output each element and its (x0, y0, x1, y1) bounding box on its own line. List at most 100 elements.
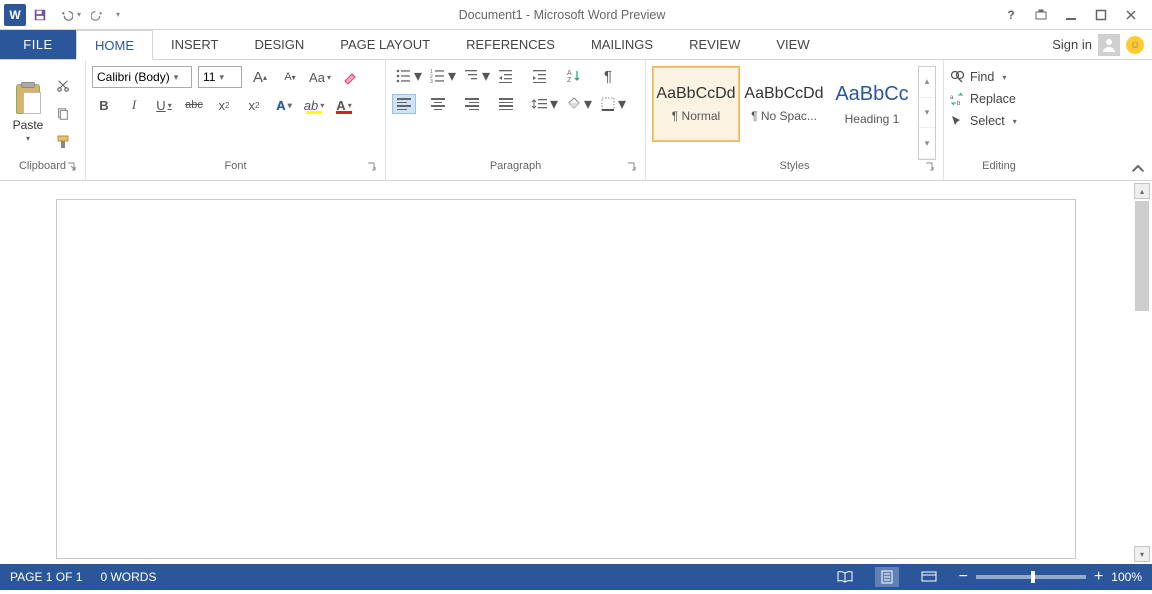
group-editing: Find▾ ab Replace Select▾ Editing (944, 60, 1054, 180)
tab-home[interactable]: HOME (76, 30, 153, 60)
document-area: ▴ ▾ (0, 181, 1152, 564)
select-button[interactable]: Select▾ (950, 114, 1017, 128)
qat-customize-dropdown[interactable]: ▾ (112, 3, 124, 27)
ribbon-display-options[interactable] (1030, 4, 1052, 26)
web-layout-button[interactable] (917, 567, 941, 587)
text-effects-button[interactable]: A▾ (272, 94, 296, 116)
subscript-button[interactable]: x2 (212, 94, 236, 116)
grow-font-button[interactable]: A▴ (248, 66, 272, 88)
help-button[interactable]: ? (1000, 4, 1022, 26)
status-words[interactable]: 0 WORDS (100, 570, 156, 584)
styles-expand[interactable]: ▾ (919, 128, 935, 159)
sign-in[interactable]: Sign in ☺ (1052, 30, 1152, 59)
font-launcher[interactable] (367, 162, 379, 174)
group-label-styles: Styles (780, 160, 810, 172)
styles-scroll-up[interactable]: ▴ (919, 67, 935, 98)
shading-button[interactable]: ▾ (562, 94, 586, 114)
sort-button[interactable]: AZ (562, 66, 586, 86)
superscript-button[interactable]: x2 (242, 94, 266, 116)
align-left-button[interactable] (392, 94, 416, 114)
minimize-button[interactable] (1060, 4, 1082, 26)
find-button[interactable]: Find▾ (950, 70, 1006, 84)
line-spacing-button[interactable]: ▾ (528, 94, 552, 114)
tab-view[interactable]: VIEW (758, 30, 827, 59)
zoom-label[interactable]: 100% (1111, 570, 1142, 584)
scroll-down-button[interactable]: ▾ (1134, 546, 1150, 562)
zoom-out-button[interactable]: − (959, 568, 968, 586)
styles-launcher[interactable] (925, 162, 937, 174)
tab-mailings[interactable]: MAILINGS (573, 30, 671, 59)
font-color-button[interactable]: A▾ (332, 94, 356, 116)
bold-button[interactable]: B (92, 94, 116, 116)
window-controls: ? (1000, 4, 1152, 26)
sign-in-label: Sign in (1052, 37, 1092, 52)
multilevel-list-button[interactable]: ▾ (460, 66, 484, 86)
group-label-clipboard: Clipboard (19, 160, 66, 172)
scroll-up-button[interactable]: ▴ (1134, 183, 1150, 199)
paragraph-launcher[interactable] (627, 162, 639, 174)
scroll-track[interactable] (1134, 201, 1150, 544)
align-right-button[interactable] (460, 94, 484, 114)
svg-text:A: A (567, 70, 572, 77)
change-case-button[interactable]: Aa▾ (308, 66, 332, 88)
bullets-button[interactable]: ▾ (392, 66, 416, 86)
status-page[interactable]: PAGE 1 OF 1 (10, 570, 82, 584)
ribbon-tabs: FILE HOME INSERT DESIGN PAGE LAYOUT REFE… (0, 30, 1152, 60)
document-page[interactable] (56, 199, 1076, 559)
save-button[interactable] (28, 3, 52, 27)
style-heading-1[interactable]: AaBbCc Heading 1 (828, 66, 916, 142)
maximize-button[interactable] (1090, 4, 1112, 26)
smiley-feedback-icon[interactable]: ☺ (1126, 36, 1144, 54)
collapse-ribbon-button[interactable] (1130, 162, 1146, 178)
quick-access-toolbar: W ▾ ▾ (0, 3, 124, 27)
scroll-thumb[interactable] (1135, 201, 1149, 311)
style-no-spacing[interactable]: AaBbCcDd ¶ No Spac... (740, 66, 828, 142)
decrease-indent-button[interactable] (494, 66, 518, 86)
clipboard-launcher[interactable] (67, 162, 79, 174)
borders-button[interactable]: ▾ (596, 94, 620, 114)
tab-design[interactable]: DESIGN (236, 30, 322, 59)
file-tab[interactable]: FILE (0, 30, 76, 59)
align-center-button[interactable] (426, 94, 450, 114)
vertical-scrollbar[interactable]: ▴ ▾ (1134, 183, 1150, 562)
svg-text:b: b (957, 101, 961, 106)
cut-button[interactable] (52, 77, 74, 95)
increase-indent-button[interactable] (528, 66, 552, 86)
avatar-placeholder-icon (1098, 34, 1120, 56)
paste-button[interactable]: Paste ▾ (6, 82, 50, 143)
tab-page-layout[interactable]: PAGE LAYOUT (322, 30, 448, 59)
highlight-color-button[interactable]: ab▾ (302, 94, 326, 116)
show-hide-marks-button[interactable]: ¶ (596, 66, 620, 86)
tab-insert[interactable]: INSERT (153, 30, 236, 59)
status-bar: PAGE 1 OF 1 0 WORDS − + 100% (0, 564, 1152, 590)
tab-references[interactable]: REFERENCES (448, 30, 573, 59)
format-painter-button[interactable] (52, 133, 74, 151)
zoom-in-button[interactable]: + (1094, 568, 1103, 586)
group-font: Calibri (Body)▾ 11▾ A▴ A▾ Aa▾ B I U▾ abc… (86, 60, 386, 180)
close-button[interactable] (1120, 4, 1142, 26)
ribbon: Paste ▾ Clipboard Calibri (Body)▾ 11▾ A▴… (0, 60, 1152, 181)
undo-dropdown[interactable]: ▾ (74, 3, 84, 27)
clear-formatting-button[interactable] (338, 66, 362, 88)
italic-button[interactable]: I (122, 94, 146, 116)
replace-button[interactable]: ab Replace (950, 92, 1016, 106)
print-layout-button[interactable] (875, 567, 899, 587)
font-name-combo[interactable]: Calibri (Body)▾ (92, 66, 192, 88)
svg-text:Z: Z (567, 77, 572, 83)
redo-button[interactable] (86, 3, 110, 27)
underline-button[interactable]: U▾ (152, 94, 176, 116)
zoom-slider-knob[interactable] (1031, 571, 1035, 583)
numbering-button[interactable]: 123▾ (426, 66, 450, 86)
group-label-font: Font (224, 160, 246, 172)
zoom-slider[interactable] (976, 575, 1086, 579)
font-size-combo[interactable]: 11▾ (198, 66, 242, 88)
tab-review[interactable]: REVIEW (671, 30, 758, 59)
copy-button[interactable] (52, 105, 74, 123)
style-normal[interactable]: AaBbCcDd ¶ Normal (652, 66, 740, 142)
read-mode-button[interactable] (833, 567, 857, 587)
shrink-font-button[interactable]: A▾ (278, 66, 302, 88)
strikethrough-button[interactable]: abc (182, 94, 206, 116)
styles-scroll-down[interactable]: ▾ (919, 98, 935, 129)
styles-gallery-scroll[interactable]: ▴ ▾ ▾ (918, 66, 936, 160)
justify-button[interactable] (494, 94, 518, 114)
